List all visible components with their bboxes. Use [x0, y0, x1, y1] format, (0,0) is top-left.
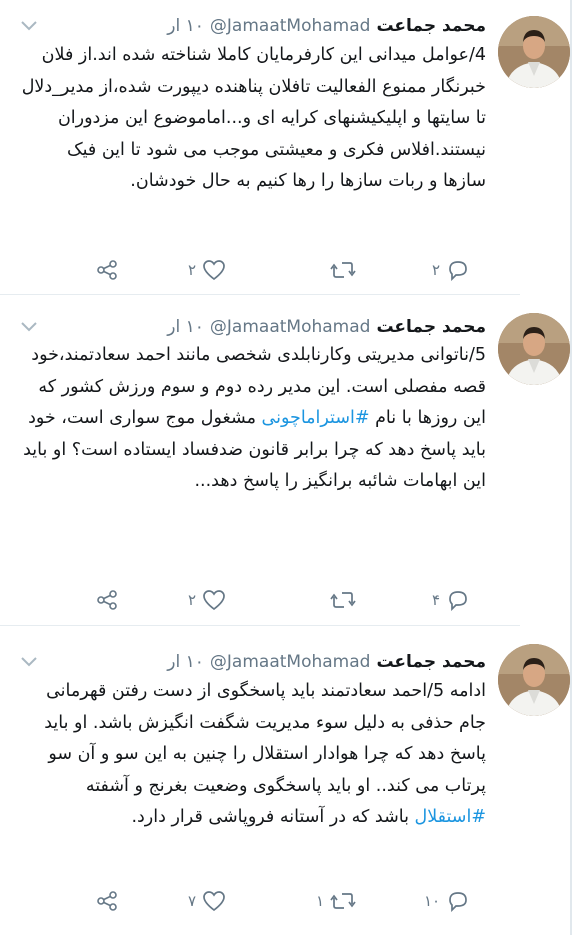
heart-icon	[203, 590, 225, 611]
retweet-icon	[330, 262, 356, 278]
avatar[interactable]	[498, 313, 570, 385]
like-button[interactable]: ۲	[188, 256, 226, 284]
reply-button[interactable]: ۱۰	[424, 887, 470, 915]
like-button[interactable]: ۷	[188, 887, 226, 915]
heart-icon	[203, 891, 225, 912]
tweet-text: 4/عوامل میدانی این کارفرمایان کاملا شناخ…	[20, 40, 486, 198]
share-button[interactable]	[96, 586, 118, 614]
tweet[interactable]: محمد جماعت @JamaatMohamad ۱۰ ار 4/عوامل …	[0, 0, 584, 294]
timestamp[interactable]: ۱۰ ار	[167, 16, 204, 36]
tweet-actions: ۲ ۴	[0, 586, 520, 614]
heart-icon	[203, 260, 225, 281]
display-name[interactable]: محمد جماعت	[376, 652, 486, 672]
tweet-text: ادامه 5/احمد سعادتمند باید پاسخگوی از دس…	[20, 676, 486, 834]
tweet[interactable]: محمد جماعت @JamaatMohamad ۱۰ ار ادامه 5/…	[0, 626, 584, 935]
tweet-text-part: 4/عوامل میدانی این کارفرمایان کاملا شناخ…	[21, 45, 486, 191]
reply-icon	[449, 261, 467, 281]
reply-button[interactable]: ۴	[432, 586, 470, 614]
share-icon	[97, 891, 117, 911]
tweet-text-part: باشد که در آستانه فروپاشی قرار دارد.	[131, 807, 415, 827]
handle[interactable]: @JamaatMohamad	[210, 317, 371, 337]
display-name[interactable]: محمد جماعت	[376, 16, 486, 36]
retweet-count: ۱	[316, 892, 325, 910]
retweet-icon	[330, 893, 356, 909]
like-count: ۷	[188, 892, 197, 910]
like-count: ۲	[188, 261, 197, 279]
hashtag-link[interactable]: #استقلال	[415, 807, 486, 827]
retweet-button[interactable]: ۱	[316, 887, 356, 915]
tweet-header: محمد جماعت @JamaatMohamad ۱۰ ار	[70, 313, 486, 341]
tweet-header: محمد جماعت @JamaatMohamad ۱۰ ار	[70, 12, 486, 40]
handle[interactable]: @JamaatMohamad	[210, 652, 371, 672]
reply-count: ۱۰	[424, 892, 441, 910]
share-button[interactable]	[96, 256, 118, 284]
avatar[interactable]	[498, 644, 570, 716]
hashtag-link[interactable]: #استراماچونی	[262, 408, 370, 428]
reply-icon	[449, 892, 467, 912]
tweet-actions: ۷ ۱ ۱۰	[0, 887, 520, 915]
share-icon	[97, 590, 117, 610]
timestamp[interactable]: ۱۰ ار	[167, 652, 204, 672]
chevron-down-icon[interactable]	[18, 18, 40, 34]
retweet-button[interactable]	[330, 256, 362, 284]
share-icon	[97, 260, 117, 280]
share-button[interactable]	[96, 887, 118, 915]
reply-icon	[449, 591, 467, 611]
retweet-icon	[330, 592, 356, 608]
tweet-text: 5/ناتوانی مدیریتی وکارنابلدی شخصی مانند …	[20, 340, 486, 498]
tweet-header: محمد جماعت @JamaatMohamad ۱۰ ار	[70, 648, 486, 676]
handle[interactable]: @JamaatMohamad	[210, 16, 371, 36]
like-button[interactable]: ۲	[188, 586, 226, 614]
reply-count: ۴	[432, 591, 441, 609]
tweet-actions: ۲ ۲	[0, 256, 520, 284]
retweet-button[interactable]	[330, 586, 362, 614]
tweet-text-part: ادامه 5/احمد سعادتمند باید پاسخگوی از دس…	[44, 681, 486, 796]
chevron-down-icon[interactable]	[18, 319, 40, 335]
reply-button[interactable]: ۲	[432, 256, 470, 284]
display-name[interactable]: محمد جماعت	[376, 317, 486, 337]
timestamp[interactable]: ۱۰ ار	[167, 317, 204, 337]
reply-count: ۲	[432, 261, 441, 279]
tweet[interactable]: محمد جماعت @JamaatMohamad ۱۰ ار 5/ناتوان…	[0, 295, 584, 625]
avatar[interactable]	[498, 16, 570, 88]
chevron-down-icon[interactable]	[18, 654, 40, 670]
like-count: ۲	[188, 591, 197, 609]
